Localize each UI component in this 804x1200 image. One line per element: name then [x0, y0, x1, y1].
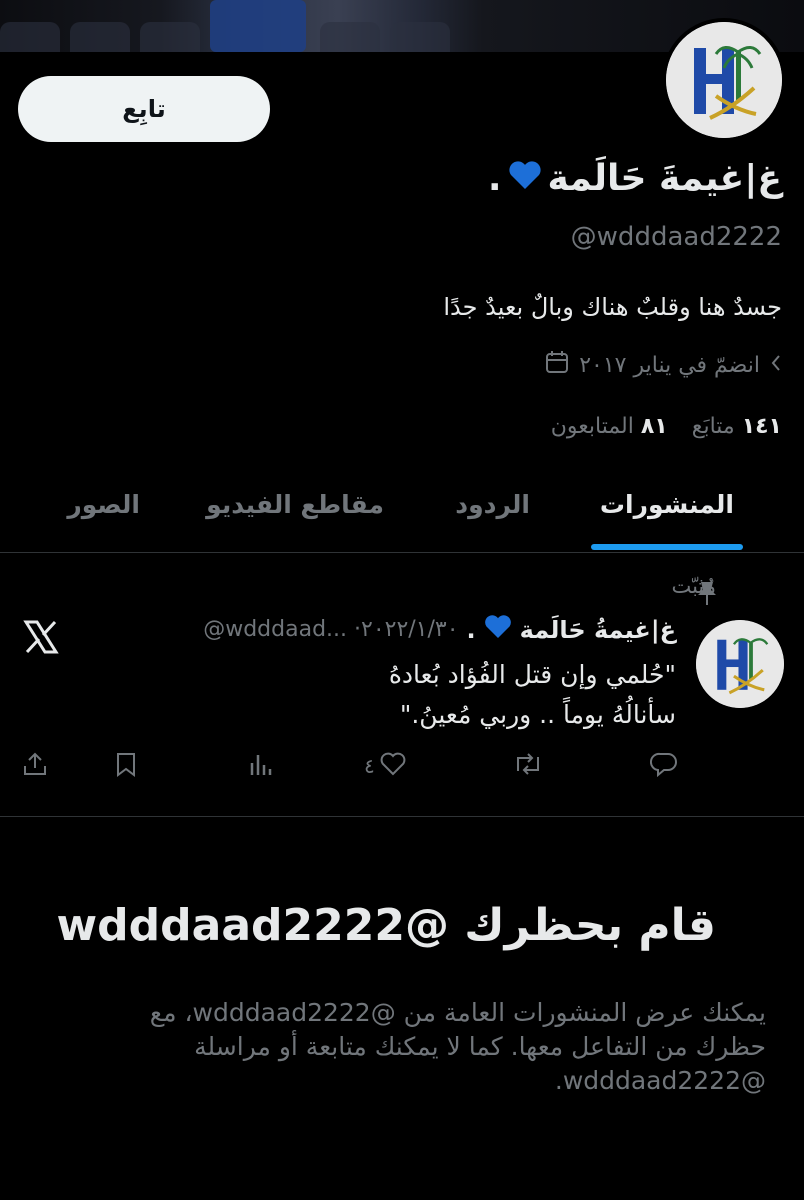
- x-logo-icon[interactable]: [22, 618, 60, 656]
- reply-icon: [649, 751, 678, 782]
- tab-replies[interactable]: الردود: [455, 490, 530, 519]
- like-icon: [379, 751, 407, 782]
- following-label: متابَع: [691, 414, 735, 439]
- bookmark-button[interactable]: [114, 752, 138, 780]
- followers-count: ٨١: [640, 414, 668, 439]
- profile-bio: جسدٌ هنا وقلبٌ هناك وبالٌ بعيدٌ جدًا: [443, 293, 782, 321]
- post-author-suffix: .: [466, 615, 476, 644]
- profile-handle: @wdddaad2222: [570, 222, 782, 252]
- reply-button[interactable]: [649, 751, 678, 782]
- profile-tabs: المنشورات الردود مقاطع الفيديو الصور: [0, 476, 804, 553]
- follow-button[interactable]: تابِع: [18, 76, 270, 142]
- club-logo-icon: [666, 22, 782, 138]
- tab-photos[interactable]: الصور: [67, 490, 140, 519]
- blue-heart-icon: [484, 614, 512, 645]
- tab-posts[interactable]: المنشورات: [600, 490, 734, 519]
- blue-heart-icon: [508, 158, 542, 199]
- post-text-line-2: سأنالُهُ يوماً .. وربي مُعينُ.": [399, 700, 676, 729]
- views-icon: [248, 751, 274, 782]
- share-button[interactable]: [22, 752, 48, 780]
- joined-date: انضمّ في يناير ٢٠١٧: [545, 350, 782, 380]
- followers-label: المتابعون: [550, 414, 634, 439]
- active-tab-indicator: [591, 544, 743, 550]
- repost-button[interactable]: [512, 752, 544, 780]
- blocked-title: قام بحظرك @wdddaad2222: [56, 900, 717, 951]
- bookmark-icon: [114, 751, 138, 782]
- display-name-text: غ|غيمةَ حَالَمة: [547, 158, 782, 199]
- post-header: غ|غيمةُ حَالَمة . @wdddaad... ·٢٠٢٢/١/٣٠: [203, 614, 676, 645]
- post-author-name[interactable]: غ|غيمةُ حَالَمة: [520, 616, 676, 644]
- club-logo-icon: [696, 620, 784, 708]
- like-button[interactable]: ٤: [364, 752, 407, 780]
- chevron-left-icon[interactable]: [770, 353, 782, 378]
- views-button[interactable]: [248, 752, 274, 780]
- followers-stat[interactable]: ٨١ المتابعون: [551, 414, 668, 439]
- section-divider: [0, 816, 804, 817]
- calendar-icon: [545, 350, 569, 380]
- profile-avatar[interactable]: [662, 18, 786, 142]
- following-count: ١٤١: [741, 414, 782, 439]
- post-author-avatar[interactable]: [696, 620, 784, 708]
- post-text-line-1: "حُلمي وإن قتل الفُؤاد بُعادهُ: [388, 660, 676, 689]
- following-stat[interactable]: ١٤١ متابَع: [692, 414, 782, 439]
- follow-stats: ١٤١ متابَع ٨١ المتابعون: [551, 414, 782, 439]
- display-name: غ|غيمةَ حَالَمة .: [488, 158, 782, 199]
- post-meta: @wdddaad... ·٢٠٢٢/١/٣٠: [203, 617, 459, 642]
- tab-videos[interactable]: مقاطع الفيديو: [206, 490, 384, 519]
- pinned-label: مُثبّت: [671, 574, 716, 598]
- like-count: ٤: [364, 754, 375, 778]
- blocked-description: يمكنك عرض المنشورات العامة من @wdddaad22…: [149, 998, 766, 1095]
- repost-icon: [512, 751, 544, 782]
- joined-text: انضمّ في يناير ٢٠١٧: [579, 352, 760, 378]
- display-name-suffix: .: [487, 158, 502, 199]
- share-icon: [22, 751, 48, 782]
